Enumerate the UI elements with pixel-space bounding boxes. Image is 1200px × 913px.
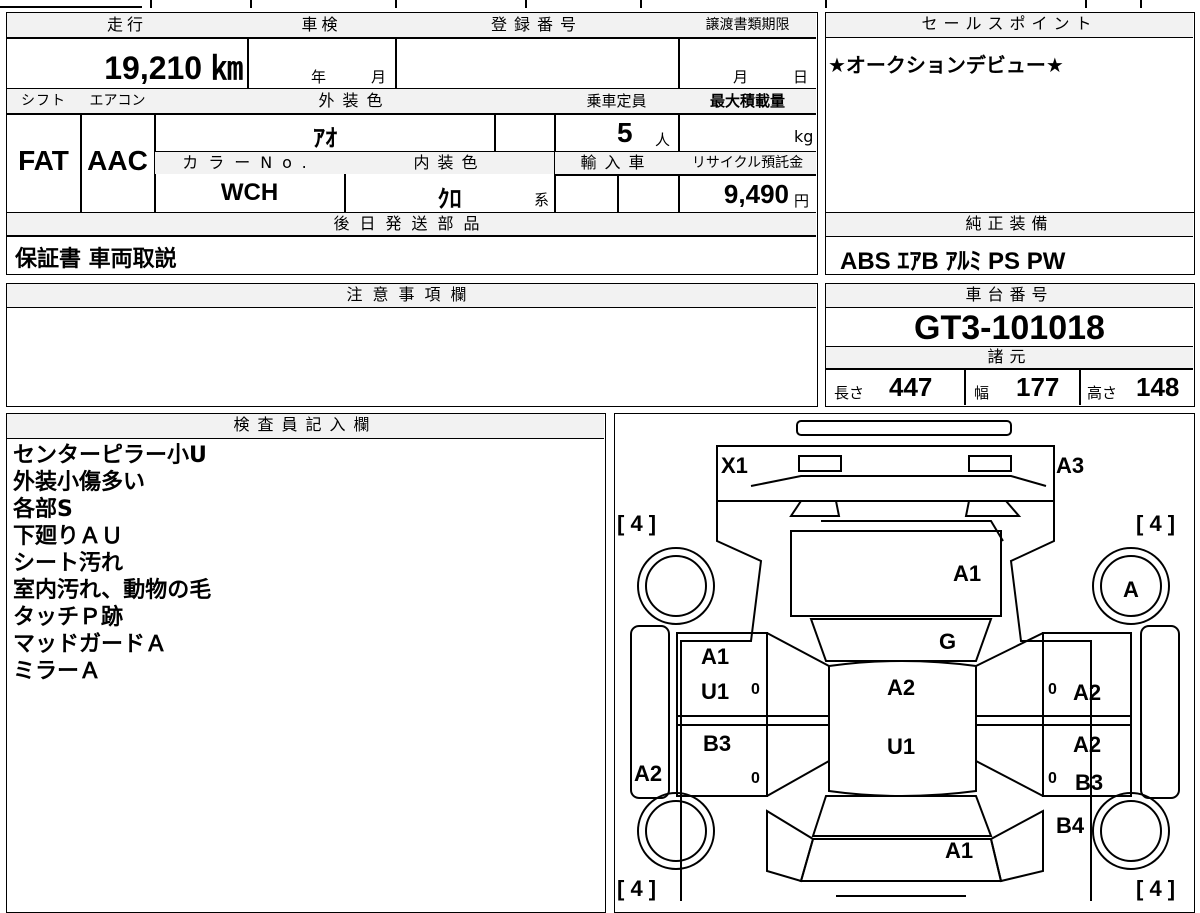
sales-point-value: ★オークションデビュー★ [828,53,1064,77]
inspector-line: シート汚れ [13,551,124,576]
inspector-label: 検査員記入欄 [7,414,604,439]
chassis-value: GT3-101018 [914,309,1105,347]
zero-mark: 0 [1048,770,1057,787]
later-parts-value: 保証書 車両取説 [15,247,177,272]
zero-mark: 0 [1048,681,1057,698]
spec-table: 走行 車検 登録番号 譲渡書類期限 19,210 ㎞ 年 月 月 日 シフト エ… [6,12,818,275]
interior-color-label: 内装色 [413,153,486,172]
genuine-equipment-panel: 純正装備 ABS ｴｱB ｱﾙﾐ PS PW [825,212,1195,275]
inspector-panel: 検査員記入欄 センターピラー小U 外装小傷多い 各部S 下廻りＡＵ シート汚れ … [6,413,606,913]
shift-label: シフト [21,93,66,109]
inspector-line: センターピラー小U [13,443,207,468]
inspector-line: 各部S [13,497,73,522]
tread-front-right: [ 4 ] [1136,511,1175,536]
damage-left-front-door-2: U1 [701,679,729,704]
imported-label: 輸入車 [580,153,653,172]
damage-roof: A2 [887,675,915,700]
inspector-line: 室内汚れ、動物の毛 [13,578,212,603]
zero-mark: 0 [751,681,760,698]
later-parts-label: 後日発送部品 [333,214,490,233]
car-diagram: [ 4 ] [ 4 ] [ 4 ] [ 4 ] X1 A3 A1 A G A1 … [617,420,1180,901]
damage-left-front-door-1: A1 [701,644,729,669]
length-value: 447 [889,372,933,402]
genuine-equipment-label: 純正装備 [826,213,1193,237]
inspection-month-unit: 月 [371,68,387,86]
damage-front-wheel-right: A [1123,577,1139,602]
exterior-color-label: 外装色 [318,91,391,110]
tread-front-left: [ 4 ] [617,511,656,536]
damage-left-rear-fender: A2 [634,761,662,786]
inspection-label: 車検 [301,15,342,34]
inspection-year-unit: 年 [311,68,327,86]
damage-right-front-door: A2 [1073,680,1101,705]
damage-glass: G [939,629,956,654]
damage-a3: A3 [1056,453,1084,478]
interior-color-value: ｸﾛ [437,186,462,213]
zero-mark: 0 [751,770,760,787]
chassis-panel: 車台番号 GT3-101018 諸元 長さ 447 幅 177 高さ 148 [825,283,1195,407]
tread-rear-left: [ 4 ] [617,876,656,901]
damage-right-rear-door-2: B3 [1075,770,1103,795]
transfer-deadline-label: 譲渡書類期限 [705,17,790,33]
chassis-label: 車台番号 [826,284,1193,308]
damage-trunk: A1 [945,838,973,863]
inspector-line: タッチＰ跡 [13,605,124,630]
transfer-day-unit: 日 [793,68,809,86]
max-load-label: 最大積載量 [709,92,785,110]
max-load-unit: kg [794,127,814,146]
notes-panel: 注意事項欄 [6,283,818,407]
registration-label: 登録番号 [490,15,583,34]
top-strip [0,0,1200,8]
mileage-value: 19,210 ㎞ [104,50,243,86]
color-no-value: WCH [220,179,279,206]
interior-color-unit: 系 [534,191,550,209]
recycle-fee-value: 9,490 [723,179,789,209]
recycle-fee-unit: 円 [794,192,810,210]
damage-map-panel: [ 4 ] [ 4 ] [ 4 ] [ 4 ] X1 A3 A1 A G A1 … [614,413,1195,913]
dimensions-label: 諸元 [987,347,1032,366]
aircon-value: AAC [87,145,148,176]
damage-roof-rear: U1 [887,734,915,759]
mileage-label: 走行 [106,15,147,34]
notes-label: 注意事項欄 [7,284,816,308]
inspector-line: マッドガードＡ [13,632,168,657]
height-value: 148 [1136,372,1180,402]
sales-point-label: セールスポイント [826,13,1193,38]
transfer-month-unit: 月 [733,68,749,86]
exterior-color-value: ｱｵ [313,125,337,152]
damage-right-rear-door-1: A2 [1073,732,1101,757]
inspector-line: ミラーＡ [13,659,102,684]
capacity-label: 乗車定員 [586,92,647,110]
damage-hood: A1 [953,561,981,586]
damage-x1: X1 [721,453,748,478]
inspector-line: 下廻りＡＵ [13,524,124,549]
recycle-fee-label: リサイクル預託金 [691,155,804,171]
height-label: 高さ [1087,384,1118,402]
length-label: 長さ [834,384,865,402]
damage-right-rear-fender: B4 [1056,813,1085,838]
sales-point-panel: セールスポイント ★オークションデビュー★ [825,12,1195,213]
inspector-notes: センターピラー小U 外装小傷多い 各部S 下廻りＡＵ シート汚れ 室内汚れ、動物… [13,442,211,685]
shift-value: FAT [18,145,69,176]
inspector-line: 外装小傷多い [13,470,146,495]
color-no-label: カラーNo. [182,153,317,172]
width-value: 177 [1016,372,1060,402]
tread-rear-right: [ 4 ] [1136,876,1175,901]
width-label: 幅 [974,384,990,402]
aircon-label: エアコン [89,93,146,109]
capacity-unit: 人 [655,131,671,149]
capacity-value: 5 [617,117,633,148]
genuine-equipment-value: ABS ｴｱB ｱﾙﾐ PS PW [840,248,1066,275]
damage-left-rear-door: B3 [703,731,731,756]
